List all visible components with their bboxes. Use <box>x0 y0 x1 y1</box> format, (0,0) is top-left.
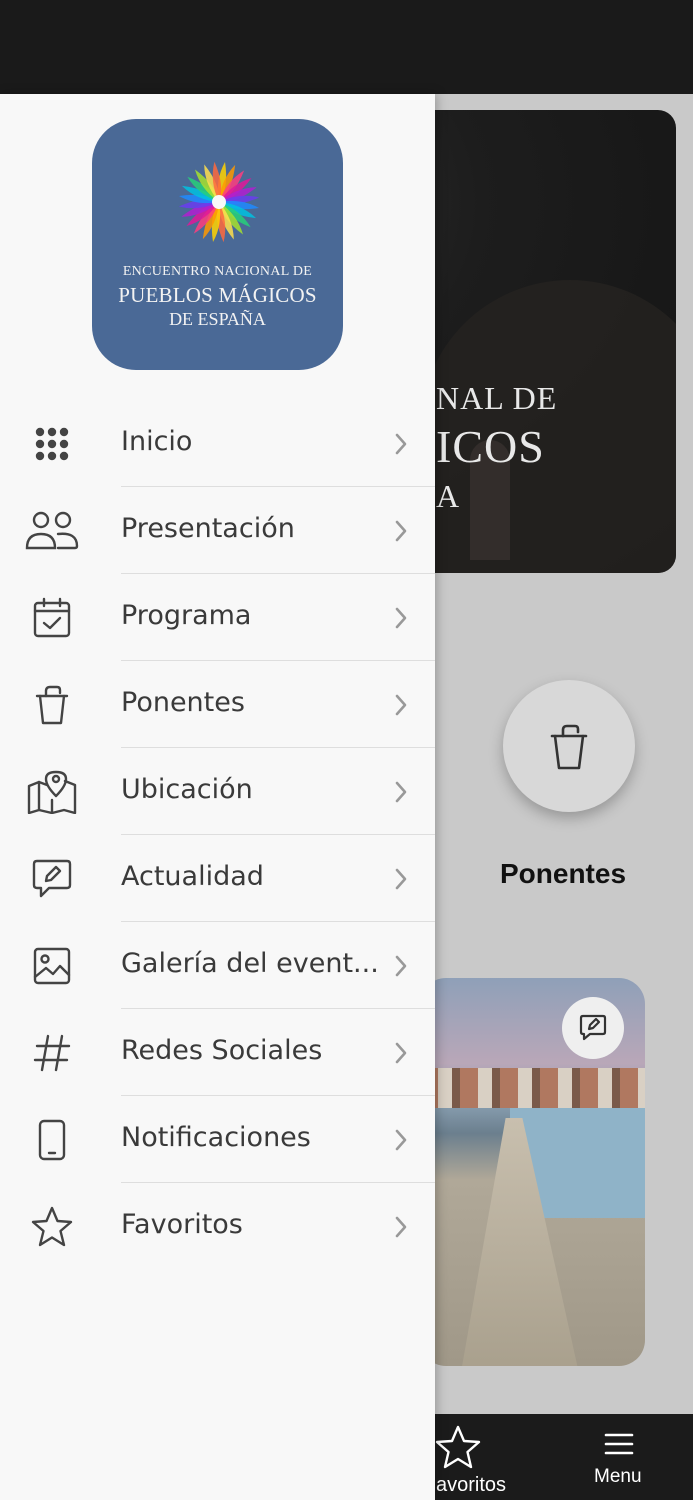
nav-favoritos-label: avoritos <box>436 1474 507 1496</box>
bucket-icon <box>550 724 588 770</box>
status-bar <box>0 0 693 94</box>
chevron-right-icon <box>395 781 407 803</box>
menu-item-galeria[interactable]: Galería del event... <box>0 922 435 1009</box>
flower-logo-icon <box>178 161 260 243</box>
chevron-right-icon <box>395 694 407 716</box>
menu-item-favoritos[interactable]: Favoritos <box>0 1183 435 1270</box>
menu-item-label: Galería del event... <box>121 948 379 979</box>
drawer-menu: Inicio Presentación Programa Ponentes Ub… <box>0 400 435 1270</box>
chevron-right-icon <box>395 1042 407 1064</box>
menu-item-programa[interactable]: Programa <box>0 574 435 661</box>
hero-title-line2: ICOS <box>436 421 545 472</box>
phone-icon <box>24 1116 80 1164</box>
menu-item-ubicacion[interactable]: Ubicación <box>0 748 435 835</box>
menu-item-label: Inicio <box>121 426 193 457</box>
hamburger-icon <box>604 1433 634 1455</box>
menu-item-label: Ponentes <box>121 687 245 718</box>
calendar-check-icon <box>24 594 80 642</box>
chevron-right-icon <box>395 433 407 455</box>
nav-menu-label: Menu <box>594 1466 642 1487</box>
menu-item-label: Notificaciones <box>121 1122 311 1153</box>
grid-icon <box>24 420 80 468</box>
ponentes-shortcut-button[interactable] <box>503 680 635 812</box>
menu-item-notificaciones[interactable]: Notificaciones <box>0 1096 435 1183</box>
logo-line3: DE ESPAÑA <box>169 309 266 329</box>
logo-line2: PUEBLOS MÁGICOS <box>118 283 317 307</box>
menu-item-redes-sociales[interactable]: Redes Sociales <box>0 1009 435 1096</box>
star-icon <box>435 1425 481 1469</box>
menu-item-label: Presentación <box>121 513 295 544</box>
hero-title-line1: NAL DE <box>436 380 558 416</box>
news-badge[interactable] <box>562 997 624 1059</box>
navigation-drawer: ENCUENTRO NACIONAL DE PUEBLOS MÁGICOS DE… <box>0 94 435 1500</box>
chevron-right-icon <box>395 955 407 977</box>
menu-item-presentacion[interactable]: Presentación <box>0 487 435 574</box>
nav-menu[interactable] <box>566 1420 674 1500</box>
menu-item-label: Redes Sociales <box>121 1035 323 1066</box>
chevron-right-icon <box>395 1129 407 1151</box>
menu-item-label: Favoritos <box>121 1209 243 1240</box>
star-icon <box>24 1203 80 1251</box>
ponentes-label: Ponentes <box>500 858 627 889</box>
event-logo: ENCUENTRO NACIONAL DE PUEBLOS MÁGICOS DE… <box>92 119 343 370</box>
menu-item-label: Programa <box>121 600 252 631</box>
logo-line1: ENCUENTRO NACIONAL DE <box>122 264 313 279</box>
image-icon <box>24 942 80 990</box>
chevron-right-icon <box>395 868 407 890</box>
hero-title-line3: A <box>436 478 461 514</box>
photo-houses <box>420 1068 645 1108</box>
map-pin-icon <box>24 768 80 816</box>
chevron-right-icon <box>395 520 407 542</box>
menu-item-actualidad[interactable]: Actualidad <box>0 835 435 922</box>
edit-message-icon <box>24 855 80 903</box>
bucket-icon <box>24 681 80 729</box>
menu-item-ponentes[interactable]: Ponentes <box>0 661 435 748</box>
chevron-right-icon <box>395 1216 407 1238</box>
edit-message-icon <box>579 1014 607 1041</box>
menu-item-label: Ubicación <box>121 774 253 805</box>
menu-item-label: Actualidad <box>121 861 264 892</box>
people-icon <box>24 507 80 555</box>
hashtag-icon <box>24 1029 80 1077</box>
chevron-right-icon <box>395 607 407 629</box>
menu-item-inicio[interactable]: Inicio <box>0 400 435 487</box>
